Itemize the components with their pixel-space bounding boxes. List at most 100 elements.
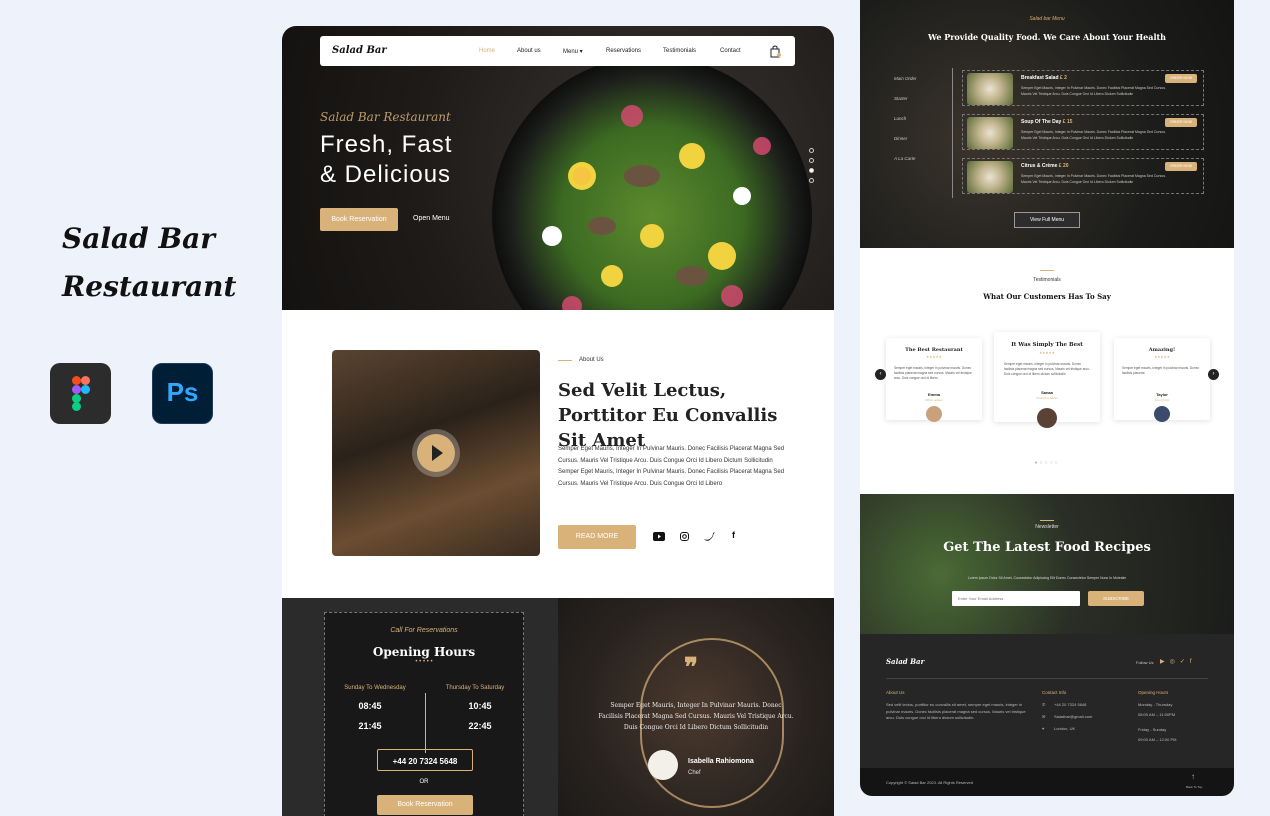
slider-dot[interactable]: [809, 158, 814, 163]
open-menu-link[interactable]: Open Menu: [413, 215, 450, 222]
read-more-button[interactable]: READ MORE: [558, 525, 636, 549]
figma-icon: [50, 363, 111, 424]
dish-desc: Semper Eget Mauris, Integer In Pulvinar …: [1021, 130, 1166, 140]
prev-arrow-icon[interactable]: ‹: [875, 369, 886, 380]
order-now-button[interactable]: ORDER NOW: [1165, 162, 1197, 171]
menu-tab[interactable]: Lunch: [894, 116, 906, 121]
about-label: About Us: [579, 357, 604, 363]
phone-icon: ✆: [1042, 702, 1046, 707]
menu-label: Salad bar Menu: [1029, 16, 1065, 22]
slider-dot[interactable]: [809, 178, 814, 183]
testimonial-title: Amazing!: [1148, 347, 1176, 353]
newsletter-subtitle: Lorem Ipsum Dolor Sit Amet, Consectetur …: [967, 576, 1127, 580]
chef-quote-section: ❞ Semper Eget Mauris, Integer In Pulvina…: [558, 598, 834, 816]
follow-us-label: Follow Us: [1136, 660, 1154, 665]
slider-dot[interactable]: [809, 148, 814, 153]
play-icon[interactable]: [417, 434, 455, 472]
about-label-line: [558, 360, 572, 361]
footer-hours2: Friday - Sunday: [1138, 727, 1167, 732]
footer-about-text: Sed velit lectus, porttitor eu convallis…: [886, 702, 1026, 720]
arrow-up-icon[interactable]: ↑: [1191, 772, 1195, 781]
subscribe-button[interactable]: SUBSCRIBE: [1088, 591, 1144, 606]
copyright: Copyright © Salad Bar 2023. All Rights R…: [886, 780, 973, 785]
hero-subtitle: Salad Bar Restaurant: [320, 110, 451, 124]
menu-item[interactable]: Soup Of The Day £ 15 Semper Eget Mauris,…: [962, 114, 1204, 150]
footer-social-icons[interactable]: ▶◎✓f: [1160, 658, 1197, 665]
footer-phone[interactable]: +44 20 7324 5648: [1054, 702, 1086, 709]
restaurant-video[interactable]: [332, 350, 540, 556]
footer-bottom-bar: Copyright © Salad Bar 2023. All Rights R…: [860, 768, 1234, 796]
about-heading: Sed Velit Lectus, Porttitor Eu Convallis…: [558, 380, 778, 451]
testimonial-card-active: It Was Simply The Best ★★★★★ Semper eget…: [994, 332, 1100, 428]
twitter-icon[interactable]: [704, 532, 715, 541]
footer-contact-head: Contact Info: [1042, 690, 1067, 695]
footer-logo[interactable]: Salad Bar: [886, 657, 924, 666]
hero-title-line1: Fresh, Fast: [320, 131, 453, 158]
phone-number[interactable]: +44 20 7324 5648: [377, 757, 473, 766]
chef-avatar: [648, 750, 678, 780]
footer-hours-head: Opening Hours: [1138, 690, 1169, 695]
testimonial-dots[interactable]: ●○○○○: [860, 460, 1234, 466]
hero-section: Salad Bar Home About us Menu ▾ Reservati…: [282, 26, 834, 376]
footer-email[interactable]: Saladbar@gmail.com: [1054, 714, 1092, 721]
testimonial-name: Taylor: [1156, 392, 1168, 397]
menu-tab[interactable]: Dinner: [894, 136, 907, 141]
youtube-icon[interactable]: [653, 532, 665, 541]
view-full-menu-button[interactable]: View Full Menu: [1014, 212, 1080, 228]
nav-home[interactable]: Home: [479, 48, 495, 54]
inner-pages-mockup: Salad bar Menu We Provide Quality Food. …: [860, 0, 1234, 796]
newsletter-label: Newsletter: [1035, 524, 1059, 530]
menu-item[interactable]: Breakfast Salad £ 2 Semper Eget Mauris, …: [962, 70, 1204, 106]
nav-testimonials[interactable]: Testimonials: [663, 48, 696, 54]
opening-hours-card: Call For Reservations Opening Hours • • …: [324, 612, 524, 816]
nav-reservations[interactable]: Reservations: [606, 48, 641, 54]
rating-stars: ★★★★★: [1039, 351, 1055, 355]
testimonial-role: Office worker: [925, 398, 943, 402]
promo-title-line1: Salad Bar: [62, 222, 216, 255]
order-now-button[interactable]: ORDER NOW: [1165, 74, 1197, 83]
chef-role: Chef: [688, 770, 701, 776]
email-input[interactable]: [952, 591, 1080, 606]
dish-name: Breakfast Salad: [1021, 75, 1059, 81]
slider-dot[interactable]: [809, 168, 814, 173]
photoshop-icon: Ps: [152, 363, 213, 424]
order-now-button[interactable]: ORDER NOW: [1165, 118, 1197, 127]
hours-book-button[interactable]: Book Reservation: [377, 795, 473, 815]
opening-hours-section: Call For Reservations Opening Hours • • …: [282, 598, 558, 816]
hours-col2-head: Thursday To Saturday: [445, 685, 505, 691]
hours-label: Call For Reservations: [390, 627, 458, 634]
nav-menu[interactable]: Menu ▾: [563, 48, 583, 55]
dish-name: Citrus & Crème: [1021, 163, 1058, 169]
dish-name: Soup Of The Day: [1021, 119, 1062, 125]
bag-icon[interactable]: [770, 45, 781, 58]
back-to-top-link[interactable]: Back To Top: [1186, 784, 1202, 791]
testimonial-text: Semper eget mauris, integer in pulvinar …: [1004, 362, 1090, 376]
menu-tab[interactable]: A La Carte: [894, 156, 915, 161]
instagram-icon[interactable]: [680, 532, 689, 541]
about-body: Semper Eget Mauris, Integer In Pulvinar …: [558, 446, 785, 487]
promo-title: Salad Bar Restaurant: [62, 215, 262, 311]
newsletter-label-line: [1040, 520, 1054, 521]
menu-tab[interactable]: Starter: [894, 96, 908, 101]
book-reservation-button[interactable]: Book Reservation: [320, 208, 398, 231]
newsletter-section: Newsletter Get The Latest Food Recipes L…: [860, 494, 1234, 634]
hours-title: Opening Hours: [372, 645, 476, 659]
facebook-icon[interactable]: f: [732, 530, 735, 540]
dish-price: £ 20: [1058, 163, 1069, 169]
menu-section: Salad bar Menu We Provide Quality Food. …: [860, 0, 1234, 248]
nav-contact[interactable]: Contact: [720, 48, 741, 54]
testimonial-name: Sanaa: [1041, 390, 1053, 395]
hours-col1-close: 21:45: [358, 721, 382, 731]
footer-divider: [886, 678, 1208, 679]
testimonial-text: Semper eget mauris, integer in pulvinar …: [1122, 366, 1200, 375]
hours-col1-open: 08:45: [358, 701, 382, 711]
footer-hours1: Monday - Thursday: [1138, 702, 1173, 707]
next-arrow-icon[interactable]: ›: [1208, 369, 1219, 380]
nav-about[interactable]: About us: [517, 48, 541, 54]
testimonial-name: Emma: [927, 392, 940, 397]
menu-tab[interactable]: Main Order: [894, 76, 917, 81]
menu-item[interactable]: Citrus & Crème £ 20 Semper Eget Mauris, …: [962, 158, 1204, 194]
dish-price: £ 2: [1059, 75, 1067, 81]
hours-col2-close: 22:45: [468, 721, 492, 731]
site-logo[interactable]: Salad Bar: [332, 45, 387, 56]
